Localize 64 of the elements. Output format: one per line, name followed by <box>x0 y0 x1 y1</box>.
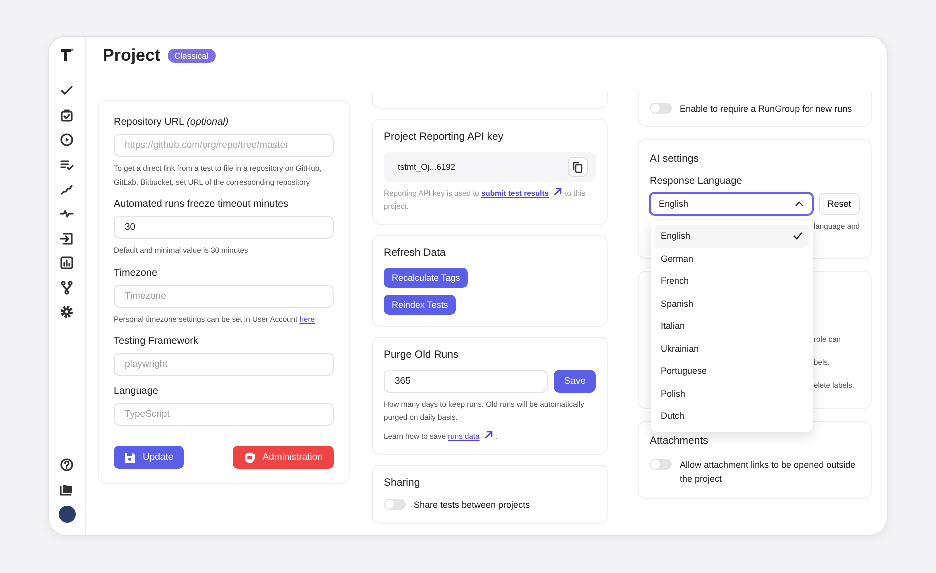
action-button[interactable]: Recalculate Tags <box>384 268 468 288</box>
field-label: Response Language <box>650 176 744 188</box>
stairs-icon[interactable] <box>60 182 74 196</box>
api-key-field[interactable]: tstmt_Oj...6192 <box>384 152 596 182</box>
api-key-text: tstmt_Oj...6192 <box>398 162 456 172</box>
input-field[interactable]: https://github.com/org/repo/tree/master <box>114 134 334 157</box>
check-icon[interactable] <box>60 84 74 98</box>
language-select[interactable]: English <box>650 193 813 215</box>
import-icon[interactable] <box>60 232 74 246</box>
field-label: Language <box>114 386 160 398</box>
settings-icon[interactable] <box>60 305 74 320</box>
dropdown-option[interactable]: German <box>655 248 809 270</box>
card-title: Sharing <box>384 477 422 490</box>
chart-icon[interactable] <box>60 256 74 270</box>
reset-button[interactable]: Reset <box>819 193 860 215</box>
external-link-icon[interactable] <box>553 187 564 197</box>
action-button[interactable]: Reindex Tests <box>384 295 456 315</box>
dropdown-option[interactable]: French <box>655 270 809 292</box>
input-field[interactable]: TypeScript <box>114 403 334 426</box>
checkmark-icon <box>793 232 803 240</box>
clipboard-check-icon[interactable] <box>60 108 74 123</box>
dropdown-option[interactable]: Italian <box>655 315 809 338</box>
folders-icon[interactable] <box>60 482 74 496</box>
play-circle-icon[interactable] <box>60 133 74 148</box>
input-field[interactable]: playwright <box>114 353 334 376</box>
toggle-switch[interactable] <box>650 459 672 470</box>
toggle-label: Enable to require a RunGroup for new runs <box>680 103 852 116</box>
avatar[interactable] <box>58 506 76 523</box>
field-label: Repository URL (optional) <box>114 117 230 129</box>
dropdown-option[interactable]: Spanish <box>655 292 809 315</box>
input-field[interactable]: Timezone <box>114 284 334 308</box>
card-title: Purge Old Runs <box>384 349 460 362</box>
field-label: Testing Framework <box>114 336 200 348</box>
card-title: Refresh Data <box>384 247 447 260</box>
dropdown-option[interactable]: English <box>655 225 809 248</box>
logo-icon[interactable] <box>60 48 74 62</box>
dropdown-option[interactable]: Portuguese <box>655 360 809 382</box>
mode-badge: Classical <box>168 49 216 63</box>
shield-icon <box>244 452 256 464</box>
external-link-icon[interactable] <box>484 430 494 440</box>
update-button[interactable]: Update <box>114 446 184 469</box>
branch-icon[interactable] <box>60 280 74 295</box>
toggle-switch[interactable] <box>650 103 672 114</box>
dropdown-option[interactable]: Dutch <box>655 405 809 428</box>
dropdown-option[interactable]: Polish <box>655 382 809 405</box>
page-title: Project <box>103 46 161 66</box>
administration-button[interactable]: Administration <box>232 446 334 469</box>
dropdown-option[interactable]: Ukrainian <box>655 338 809 360</box>
list-check-icon[interactable] <box>60 158 74 172</box>
copy-icon <box>573 162 583 172</box>
card-title: Project Reporting API key <box>384 131 505 144</box>
toggle-label: Share tests between projects <box>414 499 530 512</box>
copy-button[interactable] <box>568 157 588 177</box>
save-button[interactable]: Save <box>554 370 596 393</box>
toggle-switch[interactable] <box>384 499 406 510</box>
input-field[interactable]: 365 <box>384 370 548 393</box>
input-field[interactable]: 30 <box>114 216 334 239</box>
card-title: AI settings <box>650 153 700 166</box>
help-icon[interactable] <box>60 458 74 472</box>
card-title: Attachments <box>650 435 710 448</box>
field-label: Timezone <box>114 268 159 280</box>
toggle-label: Allow attachment links to be opened outside the project <box>680 459 857 486</box>
chevron-icon <box>795 201 804 207</box>
field-label: Automated runs freeze timeout minutes <box>114 199 290 211</box>
